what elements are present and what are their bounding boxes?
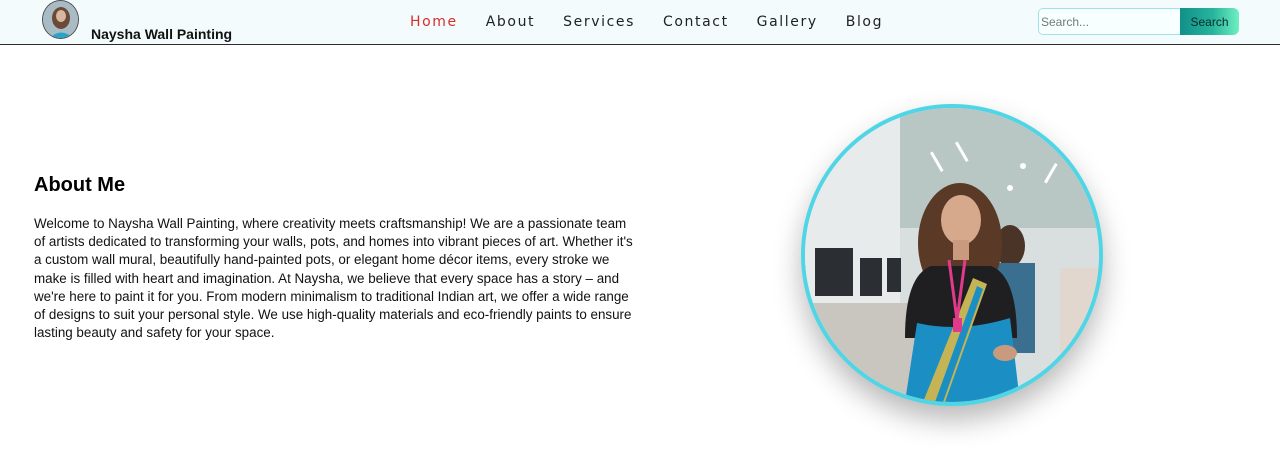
- nav-blog[interactable]: Blog: [846, 14, 883, 30]
- about-text: Welcome to Naysha Wall Painting, where c…: [34, 216, 633, 341]
- main-nav: Home About Services Contact Gallery Blog: [410, 14, 911, 30]
- search-input[interactable]: [1038, 8, 1180, 35]
- logo-avatar[interactable]: [42, 0, 79, 39]
- nav-services[interactable]: Services: [563, 14, 635, 30]
- nav-home[interactable]: Home: [410, 14, 458, 30]
- nav-contact[interactable]: Contact: [663, 14, 729, 30]
- portrait-image: [805, 108, 1099, 402]
- brand-name[interactable]: Naysha Wall Painting: [91, 26, 232, 42]
- profile-photo: [801, 104, 1103, 406]
- search-button[interactable]: Search: [1180, 8, 1239, 35]
- nav-about[interactable]: About: [486, 14, 535, 30]
- top-navbar: Naysha Wall Painting Home About Services…: [0, 0, 1280, 45]
- search-form: Search: [1038, 8, 1239, 35]
- nav-gallery[interactable]: Gallery: [757, 14, 818, 30]
- about-title: About Me: [34, 174, 126, 196]
